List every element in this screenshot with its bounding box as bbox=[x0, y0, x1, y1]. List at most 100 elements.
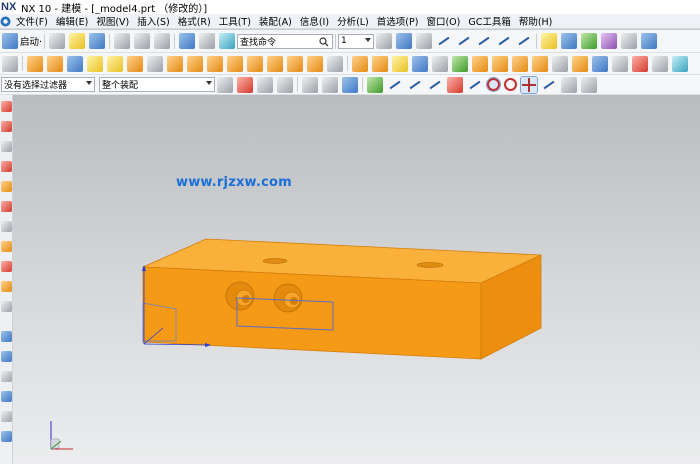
undo-icon[interactable] bbox=[179, 33, 196, 49]
feature-select-icon[interactable] bbox=[322, 76, 338, 93]
point-icon[interactable] bbox=[581, 33, 598, 49]
pattern-feature-icon[interactable] bbox=[492, 55, 508, 72]
extract-geometry-icon[interactable] bbox=[552, 55, 568, 72]
search-icon[interactable] bbox=[319, 36, 329, 47]
pocket-icon[interactable] bbox=[187, 55, 203, 72]
thicken-icon[interactable] bbox=[1, 431, 12, 442]
wcs-save-icon[interactable] bbox=[516, 33, 532, 49]
menu-edit[interactable]: 编辑(E) bbox=[52, 14, 92, 28]
cone-icon[interactable] bbox=[67, 55, 83, 72]
body-select-icon[interactable] bbox=[342, 76, 358, 93]
boss-icon[interactable] bbox=[167, 55, 183, 72]
menu-help[interactable]: 帮助(H) bbox=[515, 14, 557, 28]
nx-app-icon[interactable] bbox=[0, 16, 11, 27]
control-point-icon[interactable] bbox=[427, 77, 443, 93]
thread-icon[interactable] bbox=[327, 55, 343, 72]
wcs-icon[interactable] bbox=[416, 33, 433, 49]
select-pick-icon[interactable] bbox=[257, 76, 273, 93]
block-icon[interactable] bbox=[27, 55, 43, 72]
cut-icon[interactable] bbox=[114, 33, 131, 49]
grid-snap-icon[interactable] bbox=[581, 76, 597, 93]
save-icon[interactable] bbox=[89, 33, 106, 49]
top-hole[interactable] bbox=[416, 262, 444, 268]
block-front-face[interactable] bbox=[142, 266, 482, 360]
intersection-point-icon[interactable] bbox=[447, 76, 463, 93]
point-on-surface-icon[interactable] bbox=[561, 76, 577, 93]
menu-assembly[interactable]: 装配(A) bbox=[255, 14, 296, 28]
wcs-orient-icon[interactable] bbox=[496, 33, 512, 49]
helix-icon[interactable] bbox=[1, 301, 12, 312]
revolve-icon[interactable] bbox=[127, 55, 143, 72]
unite-icon[interactable] bbox=[267, 55, 283, 72]
existing-point-icon[interactable] bbox=[520, 75, 538, 94]
wcs-dynamic-icon[interactable] bbox=[456, 33, 472, 49]
intersect-curve-icon[interactable] bbox=[1, 261, 12, 272]
open-file-icon[interactable] bbox=[69, 33, 86, 49]
slot-icon[interactable] bbox=[227, 55, 243, 72]
menu-insert[interactable]: 插入(S) bbox=[133, 14, 173, 28]
snap-point-icon[interactable] bbox=[367, 76, 383, 93]
circle-center-icon[interactable] bbox=[486, 77, 501, 92]
end-point-icon[interactable] bbox=[387, 77, 403, 93]
rectangle-icon[interactable] bbox=[1, 141, 12, 152]
front-hole[interactable] bbox=[273, 283, 303, 313]
datum-axis-icon[interactable] bbox=[561, 33, 578, 49]
start-icon[interactable] bbox=[2, 33, 18, 49]
datum-csys-icon[interactable] bbox=[601, 33, 618, 49]
polyline-icon[interactable] bbox=[1, 161, 12, 172]
menu-tools[interactable]: 工具(T) bbox=[215, 14, 255, 28]
datum-plane-icon[interactable] bbox=[541, 33, 558, 49]
work-layer-select[interactable]: 1 bbox=[338, 33, 375, 49]
sphere-icon[interactable] bbox=[87, 55, 103, 72]
subtract-icon[interactable] bbox=[287, 55, 303, 72]
hole-icon[interactable] bbox=[147, 55, 163, 72]
extrude-icon[interactable] bbox=[107, 55, 123, 72]
line-icon[interactable] bbox=[1, 101, 12, 112]
intersect-icon[interactable] bbox=[307, 55, 323, 72]
offset-face-icon[interactable] bbox=[472, 55, 488, 72]
deselect-icon[interactable] bbox=[237, 76, 253, 93]
trim-sheet-icon[interactable] bbox=[1, 411, 12, 422]
selection-scope-select[interactable]: 整个装配 bbox=[99, 77, 215, 92]
menu-gc-toolkit[interactable]: GC工具箱 bbox=[464, 14, 515, 28]
project-curve-icon[interactable] bbox=[1, 241, 12, 252]
type-filter-select[interactable]: 没有选择过滤器 bbox=[1, 77, 95, 92]
general-selection-icon[interactable] bbox=[217, 76, 233, 93]
vector-icon[interactable] bbox=[641, 33, 658, 49]
groove-icon[interactable] bbox=[247, 55, 263, 72]
through-curves-icon[interactable] bbox=[592, 55, 608, 72]
plane-icon[interactable] bbox=[621, 33, 638, 49]
start-button-label[interactable]: 启动· bbox=[20, 34, 42, 48]
swept-icon[interactable] bbox=[612, 55, 628, 72]
move-to-layer-icon[interactable] bbox=[396, 33, 413, 49]
mirror-body-icon[interactable] bbox=[532, 55, 548, 72]
quadrant-point-icon[interactable] bbox=[504, 78, 517, 91]
copy-icon[interactable] bbox=[134, 33, 151, 49]
command-search-input[interactable]: 查找命令 bbox=[237, 33, 334, 49]
wcs-origin-icon[interactable] bbox=[436, 33, 452, 49]
curve-icon[interactable] bbox=[632, 55, 648, 72]
menu-information[interactable]: 信息(I) bbox=[296, 14, 333, 28]
menu-file[interactable]: 文件(F) bbox=[12, 14, 52, 28]
arc-icon[interactable] bbox=[1, 121, 12, 132]
bridge-curve-icon[interactable] bbox=[1, 281, 12, 292]
surface-icon[interactable] bbox=[1, 331, 12, 342]
mid-point-icon[interactable] bbox=[407, 77, 423, 93]
new-file-icon[interactable] bbox=[49, 33, 66, 49]
offset-curve-icon[interactable] bbox=[1, 221, 12, 232]
sew-icon[interactable] bbox=[572, 55, 588, 72]
touch-mode-icon[interactable] bbox=[219, 33, 236, 49]
rectangle-select-icon[interactable] bbox=[302, 76, 318, 93]
menu-window[interactable]: 窗口(O) bbox=[422, 14, 464, 28]
text-icon[interactable] bbox=[652, 55, 668, 72]
mirror-feature-icon[interactable] bbox=[512, 55, 528, 72]
extension-icon[interactable] bbox=[1, 391, 12, 402]
model-view[interactable] bbox=[13, 95, 700, 464]
mesh-surface-icon[interactable] bbox=[1, 351, 12, 362]
edge-blend-icon[interactable] bbox=[352, 55, 368, 72]
layer-settings-icon[interactable] bbox=[376, 33, 393, 49]
menu-analysis[interactable]: 分析(L) bbox=[333, 14, 373, 28]
paste-icon[interactable] bbox=[154, 33, 171, 49]
trim-body-icon[interactable] bbox=[432, 55, 448, 72]
split-body-icon[interactable] bbox=[452, 55, 468, 72]
